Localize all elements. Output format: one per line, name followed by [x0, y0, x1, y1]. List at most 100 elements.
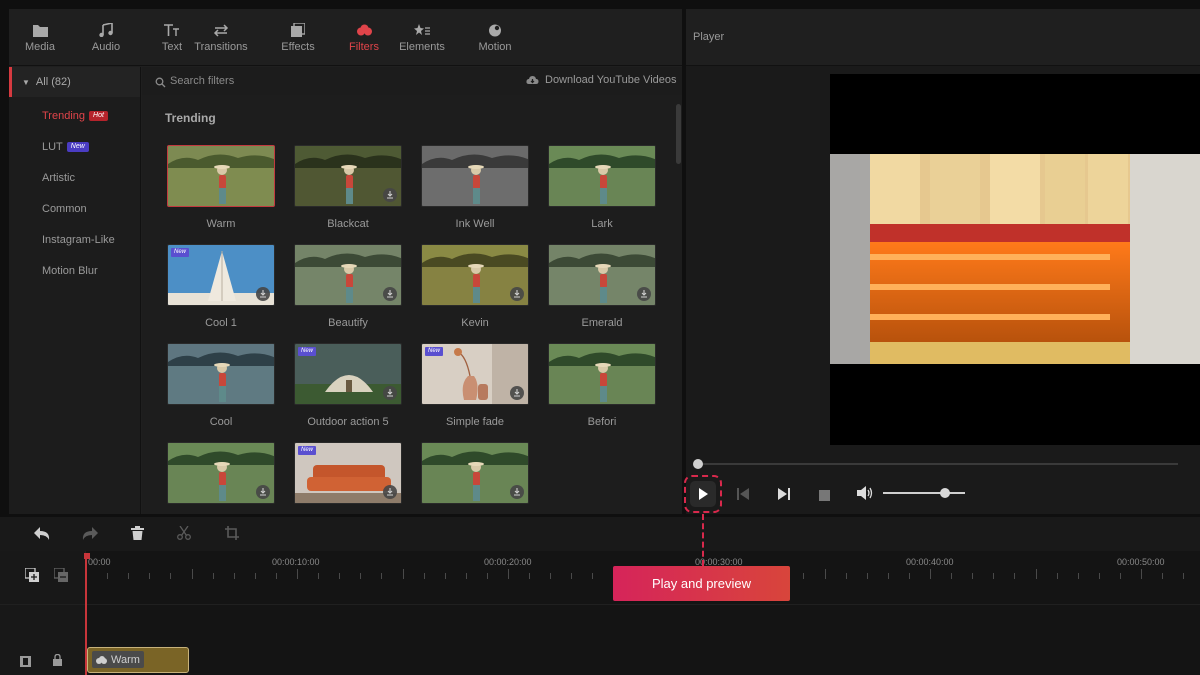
volume-knob[interactable]	[939, 488, 950, 498]
download-button[interactable]	[256, 485, 270, 499]
download-button[interactable]	[510, 386, 524, 400]
filter-clip[interactable]: Warm	[87, 647, 189, 673]
filter-card-cool[interactable]	[167, 343, 275, 405]
crop-button[interactable]	[225, 526, 239, 545]
filter-card-warm[interactable]	[167, 145, 275, 207]
filter-card-lark[interactable]	[548, 145, 656, 207]
transitions-icon	[213, 19, 229, 41]
ruler-tick	[930, 569, 931, 579]
category-item-common[interactable]: Common	[9, 194, 140, 225]
download-button[interactable]	[256, 287, 270, 301]
category-label: Motion Blur	[42, 265, 98, 277]
ruler-tick	[254, 573, 256, 579]
section-title: Trending	[165, 111, 216, 125]
category-all-label: All (82)	[35, 76, 71, 88]
download-icon	[514, 488, 520, 496]
skip-forward-icon	[778, 488, 790, 500]
filter-card-blackcat[interactable]	[294, 145, 402, 207]
filter-card-ink-well[interactable]	[421, 145, 529, 207]
volume-slider[interactable]	[883, 492, 965, 494]
download-youtube-link[interactable]: Download YouTube Videos	[526, 74, 677, 86]
tab-motion[interactable]: Motion	[455, 9, 535, 66]
category-item-lut[interactable]: LUT New	[9, 132, 140, 163]
download-button[interactable]	[383, 485, 397, 499]
time-label: 00:00:40:00	[906, 557, 954, 567]
filter-card-beautify[interactable]	[294, 244, 402, 306]
video-preview[interactable]	[830, 74, 1200, 445]
ruler-tick	[824, 569, 826, 579]
track-lock-toggle[interactable]	[53, 653, 62, 671]
previous-frame-button[interactable]	[737, 487, 749, 505]
stop-button[interactable]	[819, 488, 830, 506]
download-icon	[387, 488, 393, 496]
filter-card-label: Cool 1	[205, 317, 237, 329]
filter-card[interactable]	[421, 442, 529, 504]
new-tag: New	[171, 248, 190, 257]
download-button[interactable]	[383, 188, 397, 202]
category-badge: Hot	[89, 111, 108, 122]
filter-card-cool-1[interactable]: New	[167, 244, 275, 306]
filter-card[interactable]	[167, 442, 275, 504]
playhead-marker[interactable]	[84, 553, 90, 559]
category-all[interactable]: ▼ All (82)	[9, 67, 140, 97]
filter-thumbnail-image	[168, 146, 274, 206]
filter-card-kevin[interactable]	[421, 244, 529, 306]
filter-card-emerald[interactable]	[548, 244, 656, 306]
add-track-button[interactable]	[24, 567, 39, 587]
download-button[interactable]	[637, 287, 651, 301]
filter-card-befori[interactable]	[548, 343, 656, 405]
ruler-tick	[423, 573, 425, 579]
track-divider	[0, 604, 1200, 605]
ruler-tick	[444, 573, 446, 579]
folder-icon	[32, 19, 48, 41]
tab-elements[interactable]: Elements	[382, 9, 462, 66]
category-item-instagram-like[interactable]: Instagram-Like	[9, 225, 140, 256]
category-item-motion-blur[interactable]: Motion Blur	[9, 256, 140, 287]
play-preview-tooltip: Play and preview	[613, 566, 790, 601]
filter-card[interactable]: New	[294, 442, 402, 504]
playback-scrubber[interactable]	[698, 463, 1178, 465]
ruler-tick	[381, 573, 383, 579]
ruler-tick	[212, 573, 214, 579]
time-label: 00:00:20:00	[484, 557, 532, 567]
category-item-artistic[interactable]: Artistic	[9, 163, 140, 194]
tab-label: Text	[161, 41, 183, 53]
motion-icon	[488, 19, 502, 41]
filter-thumbnail-image	[422, 146, 528, 206]
tab-transitions[interactable]: Transitions	[181, 9, 261, 66]
download-button[interactable]	[510, 485, 524, 499]
track-video-toggle[interactable]	[20, 654, 31, 672]
ruler-tick	[318, 573, 320, 579]
grid-scrollbar[interactable]	[676, 104, 681, 164]
redo-button[interactable]	[82, 527, 98, 545]
filter-card-label: Kevin	[461, 317, 489, 329]
preview-frame-image	[830, 154, 1200, 364]
filter-card-label: Outdoor action 5	[307, 416, 389, 428]
tooltip-connector	[702, 514, 704, 566]
delete-button[interactable]	[131, 526, 144, 545]
download-icon	[641, 290, 647, 298]
scrubber-handle[interactable]	[693, 459, 703, 469]
undo-button[interactable]	[34, 527, 50, 545]
speaker-icon	[857, 486, 873, 500]
download-button[interactable]	[383, 386, 397, 400]
play-button[interactable]	[690, 481, 716, 507]
undo-icon	[34, 527, 50, 540]
download-button[interactable]	[383, 287, 397, 301]
tab-label: Media	[25, 41, 55, 53]
ruler-tick	[508, 569, 509, 579]
volume-button[interactable]	[857, 486, 873, 505]
cut-button[interactable]	[177, 525, 191, 545]
next-frame-button[interactable]	[778, 487, 790, 505]
ruler-tick	[1183, 573, 1185, 579]
category-label: Instagram-Like	[42, 234, 115, 246]
filter-card-simple-fade[interactable]: New	[421, 343, 529, 405]
category-item-trending[interactable]: Trending Hot	[9, 101, 140, 132]
remove-track-button[interactable]	[53, 567, 68, 587]
filter-card-outdoor-action-5[interactable]: New	[294, 343, 402, 405]
search-input[interactable]: Search filters	[170, 75, 234, 87]
text-icon	[164, 19, 180, 41]
filter-clip-label: Warm	[111, 653, 140, 666]
redo-icon	[82, 527, 98, 540]
download-button[interactable]	[510, 287, 524, 301]
